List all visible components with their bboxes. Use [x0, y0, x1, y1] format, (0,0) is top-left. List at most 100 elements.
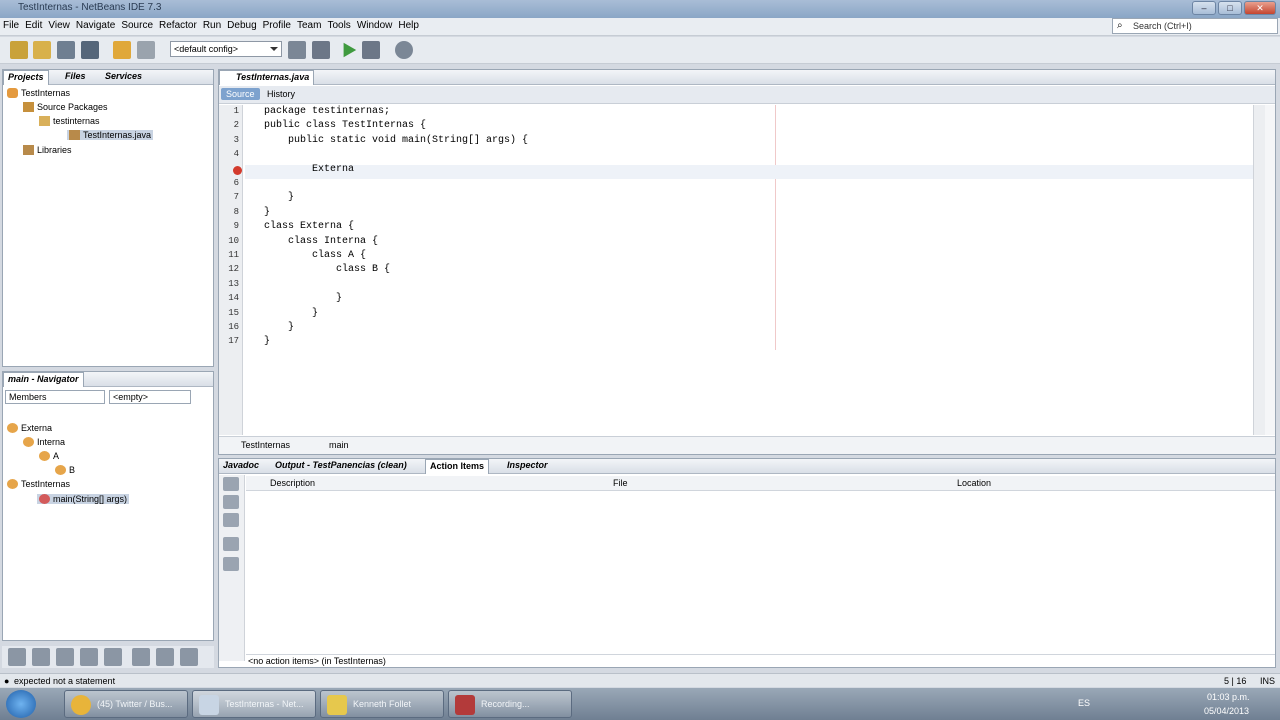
nav-item-b[interactable]: B [55, 465, 75, 475]
chevron-down-icon [270, 47, 278, 51]
close-button[interactable]: ✕ [1244, 1, 1276, 15]
redo-icon[interactable] [137, 41, 155, 59]
file-scope-icon[interactable] [223, 477, 239, 491]
taskbar-item[interactable]: Recording... [448, 690, 572, 718]
vertical-scrollbar[interactable] [1253, 105, 1265, 435]
tab-javadoc[interactable]: Javadoc [219, 459, 263, 474]
nav-item-main[interactable]: main(String[] args) [37, 494, 130, 504]
tree-item-source-packages[interactable]: Source Packages [23, 102, 108, 112]
tab-services[interactable]: Services [101, 70, 146, 85]
column-location[interactable]: Location [957, 478, 991, 488]
tab-output[interactable]: Output - TestPanencias (clean) [271, 459, 411, 474]
line-number: 14 [228, 293, 239, 304]
clock-date: 05/04/2013 [1204, 706, 1250, 716]
filter-icon[interactable] [104, 648, 122, 666]
code-line[interactable]: } [264, 335, 270, 349]
filter-icon[interactable] [8, 648, 26, 666]
menu-edit[interactable]: Edit [22, 18, 45, 33]
maximize-button[interactable]: □ [1218, 1, 1242, 15]
save-all-icon[interactable] [81, 41, 99, 59]
tree-item-package[interactable]: testinternas [39, 116, 100, 126]
code-line[interactable]: } [264, 321, 294, 335]
code-area[interactable]: 1 package testinternas; 2 public class Test… [219, 105, 1255, 365]
nav-item-externa[interactable]: Externa [7, 423, 52, 433]
config-select[interactable]: <default config> [170, 41, 282, 57]
project-scope-icon[interactable] [223, 495, 239, 509]
error-marker-icon[interactable] [233, 166, 242, 175]
taskbar-item[interactable]: (45) Twitter / Bus... [64, 690, 188, 718]
filter-icon[interactable] [223, 537, 239, 551]
code-line[interactable]: } [264, 206, 270, 220]
code-line[interactable]: class A { [264, 249, 366, 263]
filter-icon[interactable] [32, 648, 50, 666]
clean-build-icon[interactable] [312, 41, 330, 59]
code-line[interactable]: Externa [264, 163, 354, 177]
tab-projects[interactable]: Projects [3, 70, 49, 85]
filter-icon[interactable] [132, 648, 150, 666]
undo-icon[interactable] [113, 41, 131, 59]
status-message: expected not a statement [14, 676, 116, 686]
code-line[interactable]: class B { [264, 263, 390, 277]
taskbar-item[interactable]: TestInternas - Net... [192, 690, 316, 718]
column-description[interactable]: Description [270, 478, 315, 488]
language-indicator[interactable]: ES [1078, 698, 1090, 708]
menu-window[interactable]: Window [354, 18, 396, 33]
code-line[interactable]: class Externa { [264, 220, 354, 234]
nav-item-testinternas[interactable]: TestInternas [7, 479, 70, 489]
taskbar-item[interactable]: Kenneth Follet [320, 690, 444, 718]
navigator-title[interactable]: main - Navigator [3, 372, 84, 387]
code-line[interactable]: package testinternas; [264, 105, 390, 119]
menu-run[interactable]: Run [200, 18, 224, 33]
tab-testinternas-java[interactable]: TestInternas.java [219, 70, 315, 85]
profile-icon[interactable] [395, 41, 413, 59]
menu-file[interactable]: File [0, 18, 22, 33]
breadcrumb-item[interactable]: TestInternas [241, 440, 290, 450]
new-project-icon[interactable] [10, 41, 28, 59]
code-line[interactable]: } [264, 292, 342, 306]
code-line[interactable]: } [264, 191, 294, 205]
code-line[interactable]: public static void main(String[] args) { [264, 134, 528, 148]
tree-item-libraries[interactable]: Libraries [23, 145, 72, 155]
code-line[interactable]: public class TestInternas { [264, 119, 426, 133]
menu-help[interactable]: Help [395, 18, 422, 33]
column-file[interactable]: File [613, 478, 628, 488]
history-tab[interactable]: History [263, 88, 299, 100]
empty-select[interactable]: <empty> [109, 390, 191, 404]
debug-icon[interactable] [362, 41, 380, 59]
filter-icon[interactable] [80, 648, 98, 666]
menu-view[interactable]: View [45, 18, 73, 33]
menu-team[interactable]: Team [294, 18, 324, 33]
error-icon: ● [4, 676, 10, 686]
open-project-icon[interactable] [57, 41, 75, 59]
tab-files[interactable]: Files [61, 70, 90, 85]
source-tab[interactable]: Source [221, 88, 260, 100]
nav-item-a[interactable]: A [39, 451, 59, 461]
code-line[interactable]: class Interna { [264, 235, 378, 249]
new-file-icon[interactable] [33, 41, 51, 59]
members-select[interactable]: Members [5, 390, 105, 404]
search-input[interactable]: ⌕ Search (Ctrl+I) [1112, 18, 1278, 34]
menu-tools[interactable]: Tools [324, 18, 353, 33]
breadcrumb-item[interactable]: main [329, 440, 349, 450]
tree-item-project[interactable]: TestInternas [7, 88, 70, 98]
menu-navigate[interactable]: Navigate [73, 18, 118, 33]
tree-item-java-file[interactable]: TestInternas.java [67, 130, 154, 140]
filter-icon[interactable] [180, 648, 198, 666]
filter-icon[interactable] [56, 648, 74, 666]
menu-refactor[interactable]: Refactor [156, 18, 200, 33]
menu-profile[interactable]: Profile [260, 18, 294, 33]
run-icon[interactable] [343, 42, 357, 58]
filter-icon[interactable] [156, 648, 174, 666]
tab-inspector[interactable]: Inspector [503, 459, 552, 474]
code-line[interactable]: } [264, 307, 318, 321]
build-icon[interactable] [288, 41, 306, 59]
open-projects-icon[interactable] [223, 513, 239, 527]
tab-action-items[interactable]: Action Items [425, 459, 490, 474]
minimize-button[interactable]: – [1192, 1, 1216, 15]
menu-debug[interactable]: Debug [224, 18, 259, 33]
group-icon[interactable] [223, 557, 239, 571]
line-number: 9 [233, 221, 239, 232]
nav-item-interna[interactable]: Interna [23, 437, 65, 447]
menu-source[interactable]: Source [118, 18, 156, 33]
start-button[interactable] [6, 690, 36, 718]
